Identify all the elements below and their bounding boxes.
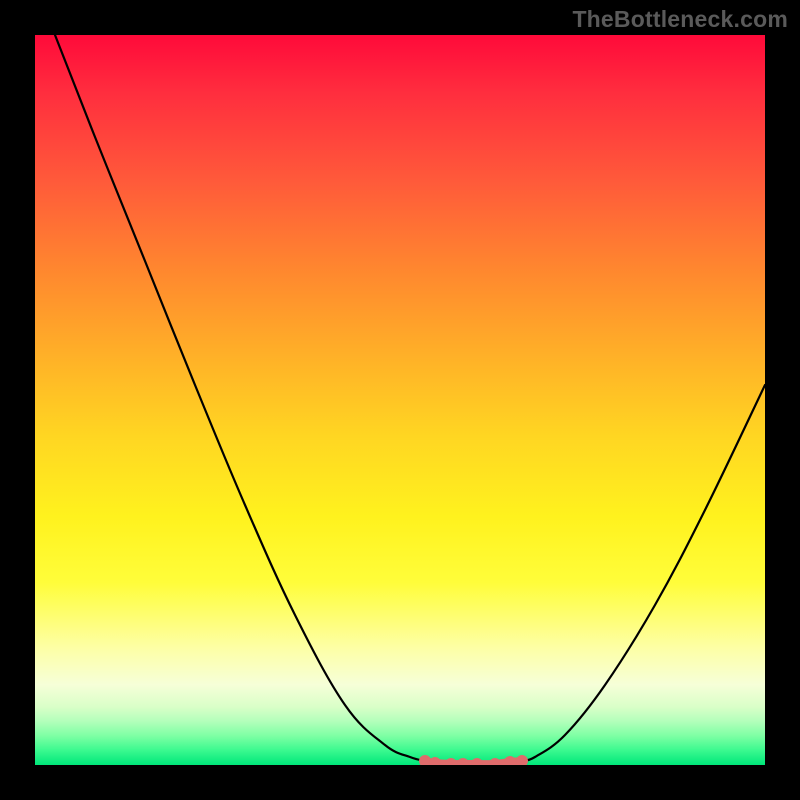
chart-frame: TheBottleneck.com: [0, 0, 800, 800]
curve-layer: [35, 35, 765, 765]
bottom-segment-dot: [429, 757, 441, 765]
bottom-segment-dot: [489, 758, 501, 765]
bottom-segment-dot: [516, 755, 528, 765]
bottom-segment-dot: [471, 758, 483, 765]
watermark-text: TheBottleneck.com: [572, 6, 788, 33]
bottom-segment-dot: [457, 758, 469, 765]
curve-left-branch: [55, 35, 425, 761]
bottom-segment-dot: [445, 758, 457, 765]
bottom-segment-dot: [504, 756, 516, 765]
curve-right-branch: [522, 385, 765, 761]
plot-area: [35, 35, 765, 765]
